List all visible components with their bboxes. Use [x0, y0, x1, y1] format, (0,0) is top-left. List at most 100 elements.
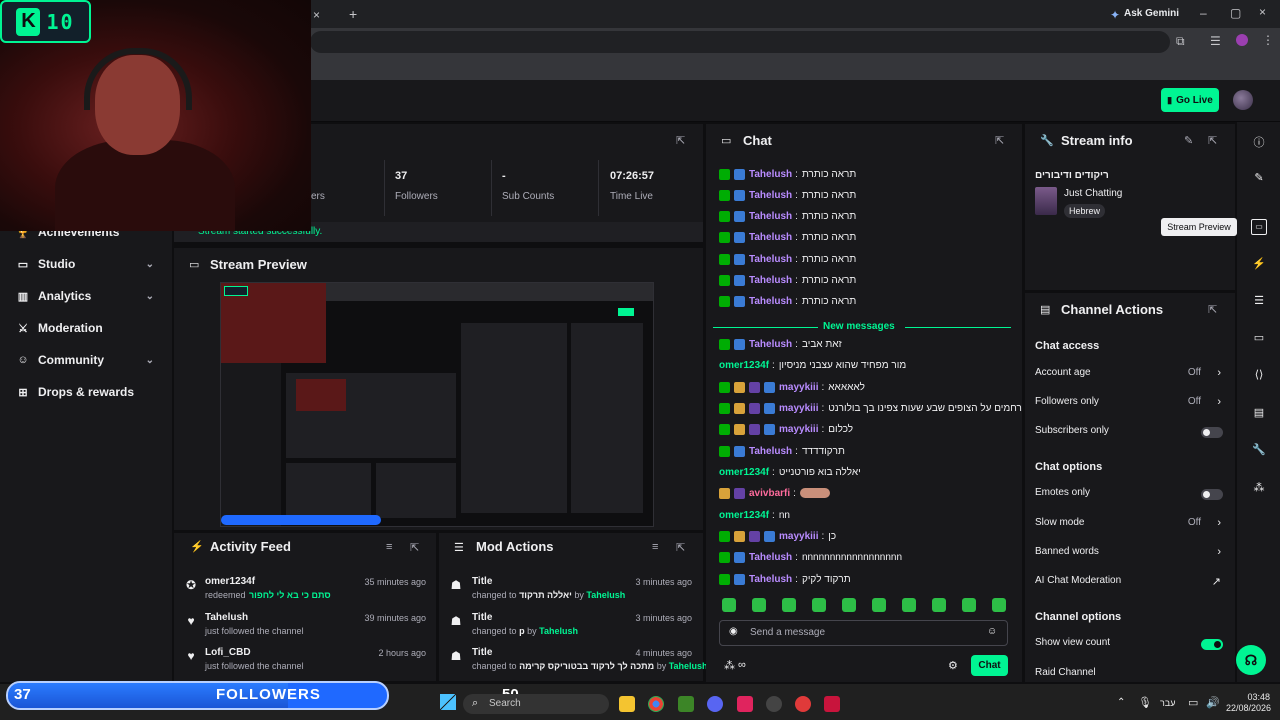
chat-username[interactable]: Tahelush [749, 339, 792, 350]
chat-username[interactable]: avivbarfi [749, 488, 790, 499]
help-headset-button[interactable]: ☊ [1236, 645, 1266, 675]
close-window-icon[interactable]: × [1259, 5, 1266, 19]
sidebar-item-analytics[interactable]: ▥ Analytics ⌄ [16, 286, 162, 306]
subscribers-only-toggle[interactable] [1201, 427, 1223, 438]
chat-username[interactable]: Tahelush [749, 574, 792, 585]
ai-moderation-row[interactable]: AI Chat Moderation ↗ [1035, 575, 1225, 591]
list-icon[interactable]: ☰ [1251, 294, 1267, 310]
record-icon[interactable] [795, 696, 811, 712]
chat-username[interactable]: Tahelush [749, 552, 792, 563]
minimize-icon[interactable]: – [1200, 6, 1207, 20]
chat-username[interactable]: Tahelush [749, 232, 792, 243]
filter-icon[interactable]: ≡ [652, 541, 658, 553]
reading-list-icon[interactable]: ☰ [1210, 34, 1221, 48]
chat-username[interactable]: mayykiii [779, 382, 818, 393]
stream-preview-video[interactable] [220, 282, 654, 527]
popout-icon[interactable]: ⇱ [410, 541, 419, 554]
new-tab-icon[interactable]: + [349, 6, 357, 22]
pencil-icon[interactable]: ✎ [1251, 171, 1267, 187]
filter-icon[interactable]: ≡ [386, 541, 392, 553]
url-field[interactable] [310, 31, 1170, 53]
emotes-only-toggle[interactable] [1201, 489, 1223, 500]
emote-button[interactable] [962, 598, 976, 612]
windows-start-icon[interactable] [440, 694, 456, 710]
emote-button[interactable] [992, 598, 1006, 612]
wrench-icon[interactable]: 🔧 [1251, 443, 1267, 459]
chat-username[interactable]: Tahelush [749, 254, 792, 265]
chat-username[interactable]: Tahelush [749, 190, 792, 201]
tag-badge[interactable]: Hebrew [1064, 204, 1106, 218]
pencil-icon[interactable]: ✎ [1184, 134, 1193, 147]
extensions-icon[interactable]: ⧉ [1176, 34, 1185, 49]
category-boxart[interactable] [1035, 187, 1057, 215]
microphone-icon[interactable]: 🎙 [1138, 696, 1152, 709]
menu-kebab-icon[interactable]: ⋮ [1262, 33, 1274, 47]
chat-bubble-icon[interactable]: ▭ [1251, 331, 1267, 347]
chat-username[interactable]: omer1234f [719, 510, 769, 521]
sidebar-item-moderation[interactable]: ⚔ Moderation [16, 318, 162, 338]
raid-channel-row[interactable]: Raid Channel [1035, 667, 1225, 683]
network-icon[interactable]: ▭ [1188, 696, 1198, 709]
sidebar-item-studio[interactable]: ▭ Studio ⌄ [16, 254, 162, 274]
chat-username[interactable]: Tahelush [749, 446, 792, 457]
emote-button[interactable] [842, 598, 856, 612]
popout-icon[interactable]: ⇱ [676, 541, 685, 554]
chat-username[interactable]: mayykiii [779, 531, 818, 542]
chat-username[interactable]: Tahelush [749, 169, 792, 180]
maximize-icon[interactable]: ▢ [1230, 6, 1241, 20]
go-live-button[interactable]: ▮ Go Live [1161, 88, 1219, 112]
sliders-icon[interactable]: ▤ [1251, 406, 1267, 422]
taskbar-clock[interactable]: 03:48 22/08/2026 [1226, 692, 1271, 714]
points-icon[interactable]: ⁂ [1251, 481, 1267, 497]
banned-words-row[interactable]: Banned words › [1035, 546, 1225, 562]
category-name[interactable]: Just Chatting [1064, 188, 1122, 199]
infinity-icon[interactable]: ∞ [738, 659, 746, 671]
taskbar-search[interactable]: ⌕ Search [463, 694, 609, 714]
account-age-row[interactable]: Account age Off › [1035, 367, 1225, 383]
emote-button[interactable] [722, 598, 736, 612]
popout-icon[interactable]: ⇱ [1208, 134, 1217, 147]
chat-username[interactable]: omer1234f [719, 467, 769, 478]
profile-icon[interactable] [1236, 34, 1248, 46]
emote-button[interactable] [752, 598, 766, 612]
user-avatar[interactable] [1233, 90, 1253, 110]
file-explorer-icon[interactable] [619, 696, 635, 712]
popout-icon[interactable]: ⇱ [995, 134, 1004, 147]
followers-only-row[interactable]: Followers only Off › [1035, 396, 1225, 412]
language-indicator[interactable]: עבר [1160, 698, 1175, 708]
minecraft-icon[interactable] [678, 696, 694, 712]
chat-username[interactable]: Tahelush [749, 211, 792, 222]
app-icon[interactable] [737, 696, 753, 712]
valorant-icon[interactable] [824, 696, 840, 712]
popout-icon[interactable]: ⇱ [676, 134, 685, 147]
close-tab-icon[interactable]: × [313, 8, 320, 22]
chrome-icon[interactable] [648, 696, 664, 712]
chat-username[interactable]: omer1234f [719, 360, 769, 371]
lightning-icon[interactable]: ⚡ [1251, 257, 1267, 273]
emote-button[interactable] [812, 598, 826, 612]
chat-username[interactable]: Tahelush [749, 275, 792, 286]
emoji-icon[interactable]: ☺ [987, 626, 997, 637]
chat-username[interactable]: Tahelush [749, 296, 792, 307]
stream-preview-icon[interactable]: ▭ [1251, 219, 1267, 235]
popout-icon[interactable]: ⇱ [1208, 303, 1217, 316]
steam-icon[interactable] [766, 696, 782, 712]
volume-icon[interactable]: 🔊 [1206, 696, 1220, 709]
sidebar-item-drops[interactable]: ⊞ Drops & rewards [16, 382, 162, 402]
gear-icon[interactable]: ⚙ [948, 659, 958, 672]
show-view-count-toggle[interactable] [1201, 639, 1223, 650]
emote-button[interactable] [872, 598, 886, 612]
discord-icon[interactable] [707, 696, 723, 712]
chevron-up-icon[interactable]: ⌃ [1117, 697, 1125, 708]
chat-send-button[interactable]: Chat [971, 655, 1008, 676]
slow-mode-row[interactable]: Slow mode Off › [1035, 517, 1225, 533]
ask-gemini-button[interactable]: Ask Gemini [1124, 8, 1179, 19]
code-icon[interactable]: ⟨⟩ [1251, 368, 1267, 384]
chat-input[interactable]: ◉ Send a message ☺ [719, 620, 1008, 646]
emote-button[interactable] [782, 598, 796, 612]
points-icon[interactable]: ⁂ [724, 659, 735, 672]
emote-button[interactable] [932, 598, 946, 612]
chat-username[interactable]: mayykiii [779, 403, 818, 414]
emote-button[interactable] [902, 598, 916, 612]
chat-username[interactable]: mayykiii [779, 424, 818, 435]
